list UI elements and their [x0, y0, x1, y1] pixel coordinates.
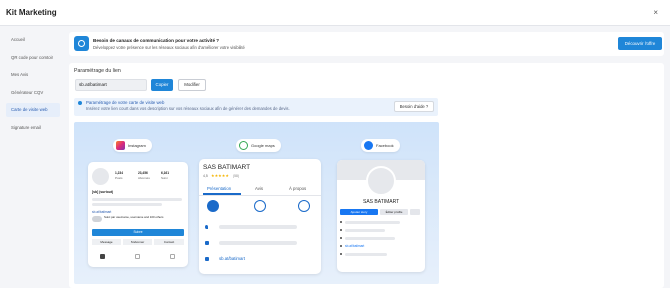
facebook-label: Facebook [376, 143, 394, 148]
ig-stat-followers: 23,456 [138, 171, 148, 175]
sidebar-item-accueil[interactable]: Accueil [6, 33, 60, 47]
panel-title: Paramétrage du lien [74, 68, 121, 74]
star-icon: ★★★★★ [211, 173, 229, 178]
placeholder-line [92, 203, 162, 206]
placeholder-line [345, 221, 400, 224]
instagram-phone-mockup: 1,234 Posts 23,456 Abonnés 6,161 Suivi [… [88, 162, 188, 267]
fb-company-name: SAS BATIMART [363, 199, 400, 205]
facebook-phone-mockup: SAS BATIMART Ajouter story Éditer profil… [337, 160, 425, 272]
message-button: Message [92, 239, 121, 245]
directions-icon [207, 200, 219, 212]
facebook-icon [364, 141, 373, 150]
ig-stat-following: 6,161 [161, 171, 169, 175]
banner-subtitle: Développez votre présence sur les réseau… [93, 45, 245, 50]
close-icon[interactable]: × [653, 8, 658, 17]
more-button [410, 209, 420, 215]
banner-title: Besoin de canaux de communication pour v… [93, 38, 220, 43]
placeholder-line [219, 241, 297, 245]
short-link-field[interactable]: sb.at/batimart [75, 79, 147, 91]
tab-a-propos: À propos [289, 186, 307, 191]
promo-banner: Besoin de canaux de communication pour v… [69, 32, 664, 56]
instagram-icon [116, 141, 125, 150]
maps-rating: 4,5 [203, 174, 208, 178]
ig-bio: [sb] (surtout) [92, 190, 114, 194]
modal-title: Kit Marketing [6, 8, 57, 17]
save-icon [298, 200, 310, 212]
ig-stat-following-label: Suivi [161, 176, 168, 180]
modal-header: Kit Marketing × [0, 0, 670, 26]
call-icon [254, 200, 266, 212]
bullet-icon [340, 253, 342, 255]
facebook-pill: Facebook [361, 139, 400, 152]
sidebar-item-carte-visite[interactable]: Carte de visite web [6, 103, 60, 117]
bullet-icon [340, 229, 342, 231]
follower-avatars [92, 216, 102, 222]
google-maps-icon [239, 141, 248, 150]
sidebar-item-generateur[interactable]: Générateur CQV [6, 86, 60, 100]
follow-button: Suivre [92, 229, 184, 236]
divider [199, 195, 321, 196]
add-story-button: Ajouter story [340, 209, 378, 215]
ig-link: sb.at/batimart [92, 210, 112, 214]
info-text: Insérez votre lien court dans vos descri… [86, 106, 290, 111]
ig-stat-posts: 1,234 [115, 171, 123, 175]
link-icon [205, 257, 209, 261]
app-logo-icon [74, 36, 89, 51]
google-maps-label: Google maps [251, 143, 275, 148]
contact-button: Contact [154, 239, 184, 245]
tab-presentation: Présentation [207, 186, 232, 191]
maps-link: sb.at/batimart [219, 256, 246, 261]
instagram-pill: Instagram [113, 139, 152, 152]
fb-link: sb.at/batimart [345, 244, 365, 248]
sidebar-item-signature[interactable]: Signature email [6, 121, 60, 135]
ig-followed-by: Suivi par username, username and 100 oth… [104, 215, 164, 219]
edit-profile-button: Éditer profile [380, 209, 408, 215]
instagram-label: Instagram [128, 143, 146, 148]
tagged-icon [170, 254, 175, 259]
placeholder-line [345, 253, 387, 256]
preview-area: Instagram 1,234 Posts 23,456 Abonnés 6,1… [74, 122, 439, 284]
bullet-icon [340, 221, 342, 223]
location-icon [205, 225, 208, 229]
maps-company-name: SAS BATIMART [203, 164, 251, 171]
placeholder-line [92, 198, 182, 201]
discover-offer-button[interactable]: Découvrir l'offre [618, 37, 662, 50]
avatar [92, 168, 109, 185]
copy-button[interactable]: Copier [151, 79, 173, 91]
subscribe-button: S'abonner [123, 239, 152, 245]
bullet-icon [340, 245, 342, 247]
ig-stat-followers-label: Abonnés [138, 176, 150, 180]
sidebar-item-qr-code[interactable]: QR code pour comtoir [6, 51, 60, 65]
kit-marketing-modal: Kit Marketing × Accueil QR code pour com… [0, 0, 670, 288]
phone-icon [205, 241, 209, 245]
link-settings-panel: Paramétrage du lien sb.at/batimart Copie… [69, 63, 664, 288]
sidebar-item-mes-avis[interactable]: Mes Avis [6, 68, 60, 82]
profile-avatar [366, 166, 396, 196]
reels-icon [135, 254, 140, 259]
maps-review-count: (58) [233, 174, 240, 178]
info-icon [78, 101, 82, 105]
placeholder-line [345, 237, 395, 240]
help-button[interactable]: Besoin d'aide ? [394, 101, 434, 112]
grid-icon [100, 254, 105, 259]
tab-avis: Avis [255, 186, 264, 191]
bullet-icon [340, 237, 342, 239]
info-box: Paramétrage de votre carte de visite web… [74, 98, 438, 116]
edit-button[interactable]: Modifier [178, 79, 206, 91]
google-maps-pill: Google maps [236, 139, 281, 152]
placeholder-line [219, 225, 297, 229]
ig-stat-posts-label: Posts [115, 176, 123, 180]
sidebar: Accueil QR code pour comtoir Mes Avis Gé… [6, 33, 60, 138]
google-maps-phone-mockup: SAS BATIMART 4,5 ★★★★★ (58) Présentation… [199, 159, 321, 274]
info-title: Paramétrage de votre carte de visite web [86, 100, 165, 105]
placeholder-line [345, 229, 385, 232]
